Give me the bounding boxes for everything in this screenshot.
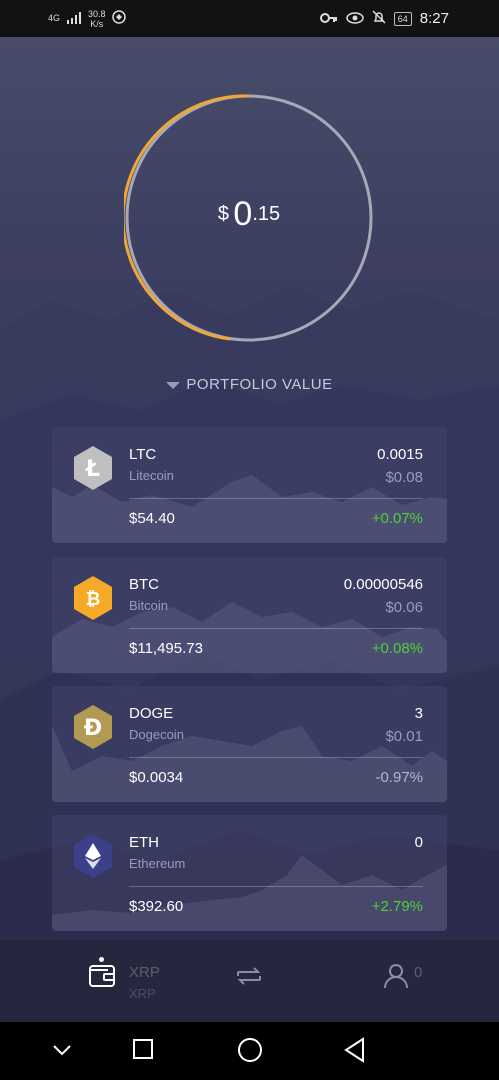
app-notification-icon [111, 10, 126, 27]
coin-symbol: DOGE [129, 705, 174, 722]
coin-name: Ethereum [129, 856, 186, 871]
coin-quantity: 0.0015 [377, 446, 423, 463]
nav-down-icon[interactable] [50, 1036, 74, 1069]
nav-home-icon[interactable] [236, 1036, 264, 1069]
coin-name: Bitcoin [129, 598, 169, 613]
coin-price: $54.40 [129, 510, 175, 527]
coin-fiat-value: $0.06 [385, 599, 423, 616]
caret-down-icon [166, 381, 181, 389]
coin-symbol: BTC [129, 576, 159, 593]
partial-row-symbol: XRP [129, 964, 160, 981]
signal-indicator: 4G [48, 13, 61, 23]
coin-card-doge[interactable]: Ð DOGE Dogecoin 3 $0.01 $0.0034 -0.97% [52, 686, 447, 802]
coin-card-btc[interactable]: ₿ BTC Bitcoin 0.00000546 $0.06 $11,495.7… [52, 557, 447, 673]
mute-bell-icon [372, 10, 386, 27]
coin-price: $0.0034 [129, 769, 184, 786]
wallet-icon [89, 965, 115, 987]
ethereum-icon [72, 833, 114, 879]
svg-text:Ð: Ð [84, 716, 102, 741]
coin-name: Dogecoin [129, 727, 184, 742]
svg-text:₿: ₿ [86, 589, 101, 610]
coin-fiat-value: $0.08 [385, 469, 423, 486]
coin-price: $11,495.73 [129, 640, 203, 657]
tab-wallet[interactable] [82, 956, 122, 996]
signal-bars-icon [66, 11, 82, 27]
network-speed: 30.8 K/s [88, 8, 106, 29]
coin-change: -0.97% [375, 769, 423, 786]
divider [129, 886, 423, 887]
bitcoin-icon: ₿ [72, 575, 114, 621]
portfolio-value: $ 0.15 [217, 195, 281, 233]
eye-icon [346, 11, 364, 27]
litecoin-icon: Ł [72, 445, 114, 491]
user-icon [384, 964, 408, 989]
coin-card-eth[interactable]: ETH Ethereum 0 $392.60 +2.79% [52, 815, 447, 931]
coin-symbol: LTC [129, 446, 157, 463]
tab-profile[interactable] [376, 956, 416, 996]
coin-change: +0.08% [371, 640, 423, 657]
coin-name: Litecoin [129, 468, 174, 483]
coin-fiat-value: $0.01 [385, 728, 423, 745]
nav-recents-icon[interactable] [131, 1036, 155, 1069]
svg-text:Ł: Ł [85, 457, 100, 482]
dogecoin-icon: Ð [72, 704, 114, 750]
battery-indicator: 64 [393, 11, 412, 26]
coin-quantity: 0.00000546 [343, 576, 423, 593]
coin-card-ltc[interactable]: Ł LTC Litecoin 0.0015 $0.08 $54.40 +0.07… [52, 427, 447, 543]
exchange-icon [237, 967, 261, 985]
coin-quantity: 0 [414, 834, 423, 851]
divider [129, 498, 423, 499]
coin-price: $392.60 [129, 898, 184, 915]
portfolio-ring: $ 0.15 [121, 93, 374, 343]
key-icon [319, 11, 338, 27]
system-nav-bar [0, 1022, 499, 1080]
tab-exchange[interactable] [229, 956, 269, 996]
coin-change: +2.79% [371, 898, 423, 915]
coin-quantity: 3 [414, 705, 423, 722]
divider [129, 757, 423, 758]
partial-row-name: XRP [129, 986, 156, 1001]
clock: 8:27 [419, 10, 449, 27]
portfolio-value-toggle[interactable]: PORTFOLIO VALUE [0, 376, 499, 393]
nav-back-icon[interactable] [342, 1036, 368, 1069]
coin-change: +0.07% [371, 510, 423, 527]
coin-symbol: ETH [129, 834, 159, 851]
bottom-tab-bar: XRP XRP 0 [0, 940, 499, 1022]
status-bar: 4G 30.8 K/s 64 8:27 [0, 0, 499, 37]
divider [129, 628, 423, 629]
